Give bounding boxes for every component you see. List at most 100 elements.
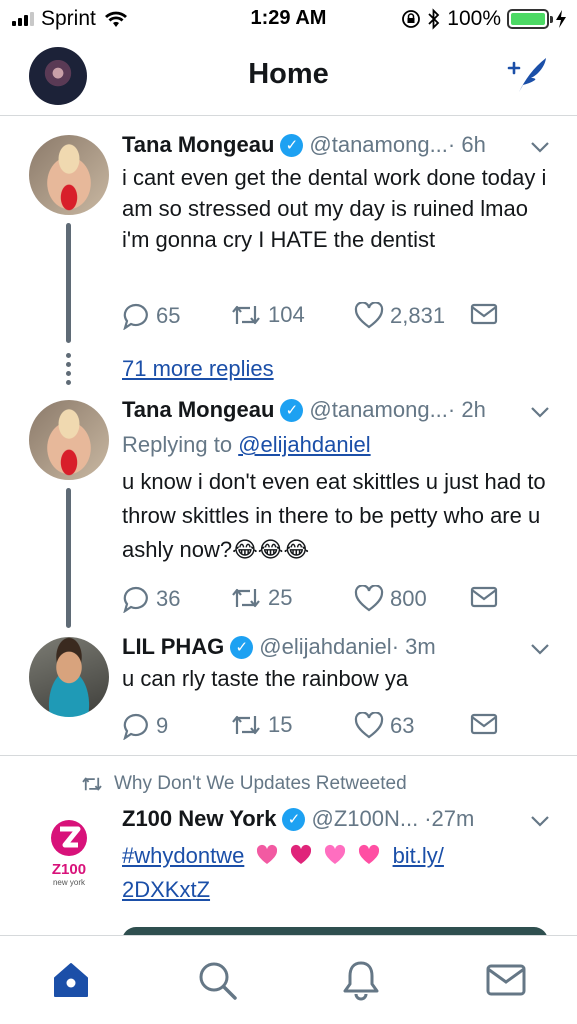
heart-emoji-icon	[291, 844, 312, 864]
retweet-count: 25	[268, 585, 293, 610]
tweet-card[interactable]: LIL PHAG ✓ @elijahdaniel · 3m u can rly …	[0, 625, 577, 755]
tweet-actions: 65 104 2,831	[122, 302, 517, 332]
heart-icon	[354, 302, 384, 329]
heart-emoji-icon	[257, 844, 278, 864]
reply-icon	[123, 303, 148, 330]
tweet-card[interactable]: Tana Mongeau ✓ @tanamong... · 2h Replyin…	[0, 385, 577, 628]
battery-percent: 100%	[447, 7, 501, 30]
tweet-author-name[interactable]: LIL PHAG	[122, 634, 224, 660]
tweet-card[interactable]: Tana Mongeau ✓ @tanamong... · 6h i cant …	[0, 117, 577, 387]
tweet-author-handle[interactable]: @elijahdaniel	[259, 634, 391, 660]
tweet-time: · 6h	[447, 132, 486, 157]
chevron-down-icon[interactable]	[529, 638, 551, 660]
media-preview[interactable]	[122, 927, 548, 935]
reply-count: 9	[156, 713, 169, 738]
tweet-header: LIL PHAG ✓ @elijahdaniel · 3m	[122, 632, 557, 662]
tweet-time: · 3m	[391, 634, 436, 659]
thread-dots	[65, 353, 72, 389]
z100-logo: Z100 new york	[51, 820, 87, 887]
retweet-icon	[232, 588, 260, 608]
heart-icon	[354, 712, 384, 739]
verified-badge-icon: ✓	[282, 807, 306, 831]
bell-icon[interactable]	[339, 958, 383, 1002]
tweet-actions: 36 25 800	[122, 585, 517, 615]
battery-fill	[511, 13, 545, 25]
tweet-author-name[interactable]: Tana Mongeau	[122, 397, 274, 423]
tweet-author-handle[interactable]: @Z100N...	[311, 806, 418, 832]
heart-emoji-icon	[359, 844, 380, 864]
avatar[interactable]	[29, 400, 109, 480]
chevron-down-icon[interactable]	[529, 810, 551, 832]
like-button[interactable]: 800	[354, 585, 427, 613]
tweet-text: u can rly taste the rainbow ya	[122, 666, 409, 691]
thread-line	[66, 488, 71, 628]
tweet-author-handle[interactable]: @tanamong...	[309, 397, 448, 423]
more-replies-link[interactable]: 71 more replies	[122, 356, 274, 382]
dm-share-button[interactable]	[470, 302, 498, 326]
hashtag-link[interactable]: #whydontwe	[122, 843, 244, 868]
compose-tweet-icon[interactable]	[505, 52, 549, 96]
orientation-lock-icon	[402, 10, 421, 28]
avatar[interactable]	[29, 135, 109, 215]
retweet-button[interactable]: 15	[230, 712, 292, 738]
retweet-icon	[232, 305, 260, 325]
reply-button[interactable]: 65	[122, 302, 180, 330]
thread-line	[66, 223, 71, 343]
retweet-button[interactable]: 25	[230, 585, 292, 611]
like-count: 800	[390, 586, 427, 611]
envelope-icon	[470, 586, 498, 608]
tweet-author-handle[interactable]: @tanamong...	[309, 132, 448, 158]
tweet-text: u know i don't even eat skittles u just …	[122, 465, 547, 568]
timeline[interactable]: Tana Mongeau ✓ @tanamong... · 6h i cant …	[0, 117, 577, 935]
replying-to: Replying to @elijahdaniel	[122, 432, 371, 458]
home-icon[interactable]	[49, 958, 93, 1002]
avatar[interactable]: Z100 new york	[29, 812, 109, 892]
tweet-text-body: u know i don't even eat skittles u just …	[122, 469, 546, 562]
tweet-text: i cant even get the dental work done tod…	[122, 165, 547, 252]
envelope-icon[interactable]	[484, 958, 528, 1002]
status-right: 100%	[401, 7, 567, 31]
retweet-count: 15	[268, 712, 293, 737]
retweet-icon	[232, 715, 260, 735]
tweet-actions: 9 15 63	[122, 712, 517, 742]
heart-icon	[354, 585, 384, 612]
home-header: Home	[0, 38, 577, 116]
tweet-header: Tana Mongeau ✓ @tanamong... · 6h	[122, 130, 557, 160]
verified-badge-icon: ✓	[280, 133, 304, 157]
verified-badge-icon: ✓	[280, 398, 304, 422]
url-link-continued[interactable]: 2DXKxtZ	[122, 877, 210, 902]
tweet-author-name[interactable]: Z100 New York	[122, 806, 276, 832]
retweet-count: 104	[268, 302, 305, 327]
replying-to-link[interactable]: @elijahdaniel	[238, 432, 370, 457]
envelope-icon	[470, 713, 498, 735]
heart-emoji-icon	[325, 844, 346, 864]
dm-share-button[interactable]	[470, 712, 498, 736]
status-bar: Sprint 1:29 AM 100%	[0, 0, 577, 38]
verified-badge-icon: ✓	[230, 635, 254, 659]
chevron-down-icon[interactable]	[529, 136, 551, 158]
replying-prefix: Replying to	[122, 432, 233, 457]
page-title: Home	[248, 58, 329, 90]
reply-icon	[123, 713, 148, 740]
retweet-icon	[82, 777, 102, 791]
reply-count: 36	[156, 586, 181, 611]
tweet-card[interactable]: Why Don't We Updates Retweeted Z100 new …	[0, 756, 577, 935]
url-link[interactable]: bit.ly/	[393, 843, 444, 868]
envelope-icon	[470, 303, 498, 325]
reply-count: 65	[156, 303, 181, 328]
reply-icon	[123, 586, 148, 613]
chevron-down-icon[interactable]	[529, 401, 551, 423]
avatar[interactable]	[29, 637, 109, 717]
battery-icon	[507, 9, 553, 29]
like-button[interactable]: 2,831	[354, 302, 445, 330]
reply-button[interactable]: 9	[122, 712, 168, 740]
reply-button[interactable]: 36	[122, 585, 180, 613]
dm-share-button[interactable]	[470, 585, 498, 609]
tweet-header: Tana Mongeau ✓ @tanamong... · 2h	[122, 395, 557, 425]
search-icon[interactable]	[195, 958, 239, 1002]
tab-bar	[0, 935, 577, 1024]
bluetooth-icon	[428, 8, 440, 30]
retweet-button[interactable]: 104	[230, 302, 305, 328]
like-button[interactable]: 63	[354, 712, 414, 740]
tweet-author-name[interactable]: Tana Mongeau	[122, 132, 274, 158]
